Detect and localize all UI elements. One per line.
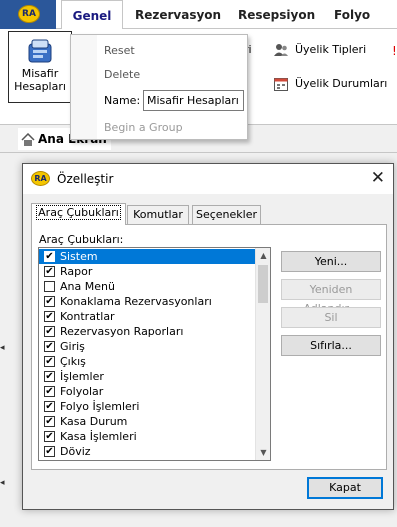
checkbox-checked-icon[interactable]: ✔ (44, 386, 55, 397)
tab-genel[interactable]: Genel (61, 0, 123, 30)
context-menu-reset[interactable]: Reset (104, 44, 135, 57)
context-menu-begin-group[interactable]: Begin a Group (104, 121, 183, 134)
uyelik-durumlari-button[interactable]: Üyelik Durumları (273, 75, 387, 93)
toolbar-list-item[interactable]: ✔ Çıkış (39, 354, 257, 369)
toolbar-list-item-label: Folyolar (60, 385, 104, 398)
checkbox-checked-icon[interactable]: ✔ (44, 311, 55, 322)
reset-toolbar-button[interactable]: Sıfırla... (281, 335, 381, 356)
toolbar-list-item-label: Kontratlar (60, 310, 115, 323)
application-menu-button[interactable]: RA (0, 0, 56, 29)
checkbox-checked-icon[interactable]: ✔ (44, 416, 55, 427)
toolbar-list-item-label: Konaklama Rezervasyonları (60, 295, 212, 308)
toolbar-list-item-label: Ana Menü (60, 280, 115, 293)
guest-accounts-icon (25, 38, 55, 64)
toolbar-list-item[interactable]: ✔ Kasa İşlemleri (39, 429, 257, 444)
ribbon-tab-bar: RA Genel Rezervasyon Resepsiyon Folyo (0, 0, 397, 30)
misafir-hesaplari-button[interactable]: Misafir Hesapları (8, 31, 72, 103)
uyelik-tipleri-button[interactable]: Üyelik Tipleri (273, 41, 366, 59)
tab-arac-cubuklari[interactable]: Araç Çubukları (31, 203, 126, 225)
checkbox-checked-icon[interactable]: ✔ (44, 431, 55, 442)
toolbar-list-item-label: Döviz (60, 445, 91, 458)
customize-context-menu: Reset Delete Name: Begin a Group (70, 34, 248, 140)
scroll-down-arrow-icon[interactable]: ▼ (256, 445, 270, 460)
toolbar-list-item-label: Kasa Durum (60, 415, 128, 428)
tab-komutlar[interactable]: Komutlar (127, 205, 189, 224)
home-icon (21, 132, 35, 146)
checkbox-checked-icon[interactable]: ✔ (44, 326, 55, 337)
checkbox-checked-icon[interactable]: ✔ (44, 356, 55, 367)
close-dialog-button[interactable]: Kapat (307, 477, 383, 499)
misafir-label-line1: Misafir (21, 67, 59, 80)
tab-arac-cubuklari-label: Araç Çubukları (36, 205, 121, 220)
toolbar-list-item-label: Kasa İşlemleri (60, 430, 137, 443)
tab-secenekler[interactable]: Seçenekler (192, 205, 261, 224)
uyelik-durumlari-label: Üyelik Durumları (295, 77, 388, 90)
tab-rezervasyon[interactable]: Rezervasyon (135, 0, 221, 29)
document-tab-divider (0, 152, 397, 153)
toolbar-list-item-label: Giriş (60, 340, 85, 353)
context-menu-gutter (71, 35, 97, 139)
left-collapse-arrow-icon[interactable]: ◂ (0, 343, 5, 353)
context-menu-name-label: Name: (104, 94, 141, 107)
toolbars-tab-panel: Araç Çubukları: ✔ Sistem ✔ Rapor Ana Menü ✔ Ko… (31, 224, 387, 470)
tab-resepsiyon[interactable]: Resepsiyon (238, 0, 315, 29)
dialog-close-icon[interactable]: ✕ (371, 168, 385, 188)
context-menu-delete[interactable]: Delete (104, 68, 140, 81)
toolbar-list-item-label: Rezervasyon Raporları (60, 325, 184, 338)
dialog-title-bar: RA Özelleştir ✕ (23, 164, 393, 194)
toolbar-list-item[interactable]: ✔ Rapor (39, 264, 257, 279)
toolbars-listbox[interactable]: ✔ Sistem ✔ Rapor Ana Menü ✔ Konaklama Rezervas… (38, 247, 271, 461)
checkbox-checked-icon[interactable]: ✔ (44, 401, 55, 412)
uyelik-tipleri-label: Üyelik Tipleri (295, 43, 367, 56)
membership-status-icon (273, 76, 289, 92)
tab-folyo[interactable]: Folyo (334, 0, 370, 29)
partial-red-icon: ! (392, 44, 397, 58)
new-toolbar-button[interactable]: Yeni... (281, 251, 381, 272)
membership-types-icon (273, 42, 289, 58)
toolbar-list-item[interactable]: ✔ Rezervasyon Raporları (39, 324, 257, 339)
listbox-scrollbar[interactable]: ▲ ▼ (255, 248, 270, 460)
app-logo-icon: RA (18, 5, 40, 23)
toolbar-list-item[interactable]: ✔ Folyo İşlemleri (39, 399, 257, 414)
toolbar-list-item[interactable]: ✔ Konaklama Rezervasyonları (39, 294, 257, 309)
checkbox-checked-icon[interactable]: ✔ (44, 371, 55, 382)
toolbar-list-item[interactable]: ✔ Kontratlar (39, 309, 257, 324)
checkbox-checked-icon[interactable]: ✔ (44, 341, 55, 352)
toolbars-list-label: Araç Çubukları: (39, 233, 124, 246)
rename-toolbar-button[interactable]: Yeniden Adlandır... (281, 279, 381, 315)
checkbox-unchecked-icon[interactable] (44, 281, 55, 292)
checkbox-checked-icon[interactable]: ✔ (44, 446, 55, 457)
dialog-title: Özelleştir (57, 172, 114, 186)
left-collapse-arrow-icon-2[interactable]: ◂ (0, 478, 5, 488)
checkbox-checked-icon[interactable]: ✔ (44, 251, 55, 262)
misafir-label-line2: Hesapları (14, 80, 66, 93)
context-menu-name-input[interactable] (143, 90, 244, 111)
toolbar-list-item-label: İşlemler (60, 370, 104, 383)
toolbar-list-item-label: Folyo İşlemleri (60, 400, 140, 413)
dialog-logo-icon: RA (31, 171, 50, 186)
toolbar-list-item[interactable]: ✔ Folyolar (39, 384, 257, 399)
customize-dialog: RA Özelleştir ✕ Araç Çubukları Komutlar … (22, 163, 394, 510)
delete-toolbar-button[interactable]: Sil (281, 307, 381, 328)
toolbar-list-item-label: Sistem (60, 250, 98, 263)
checkbox-checked-icon[interactable]: ✔ (44, 266, 55, 277)
toolbar-list-item[interactable]: ✔ İşlemler (39, 369, 257, 384)
toolbar-list-item[interactable]: Ana Menü (39, 279, 257, 294)
scrollbar-thumb[interactable] (258, 265, 268, 303)
toolbar-list-item[interactable]: ✔ Döviz (39, 444, 257, 459)
toolbar-list-item[interactable]: ✔ Sistem (39, 249, 257, 264)
scroll-up-arrow-icon[interactable]: ▲ (256, 248, 270, 263)
toolbar-list-item-label: Çıkış (60, 355, 86, 368)
toolbar-list-item-label: Rapor (60, 265, 93, 278)
checkbox-checked-icon[interactable]: ✔ (44, 296, 55, 307)
toolbar-list-item[interactable]: ✔ Kasa Durum (39, 414, 257, 429)
toolbar-list-item[interactable]: ✔ Giriş (39, 339, 257, 354)
